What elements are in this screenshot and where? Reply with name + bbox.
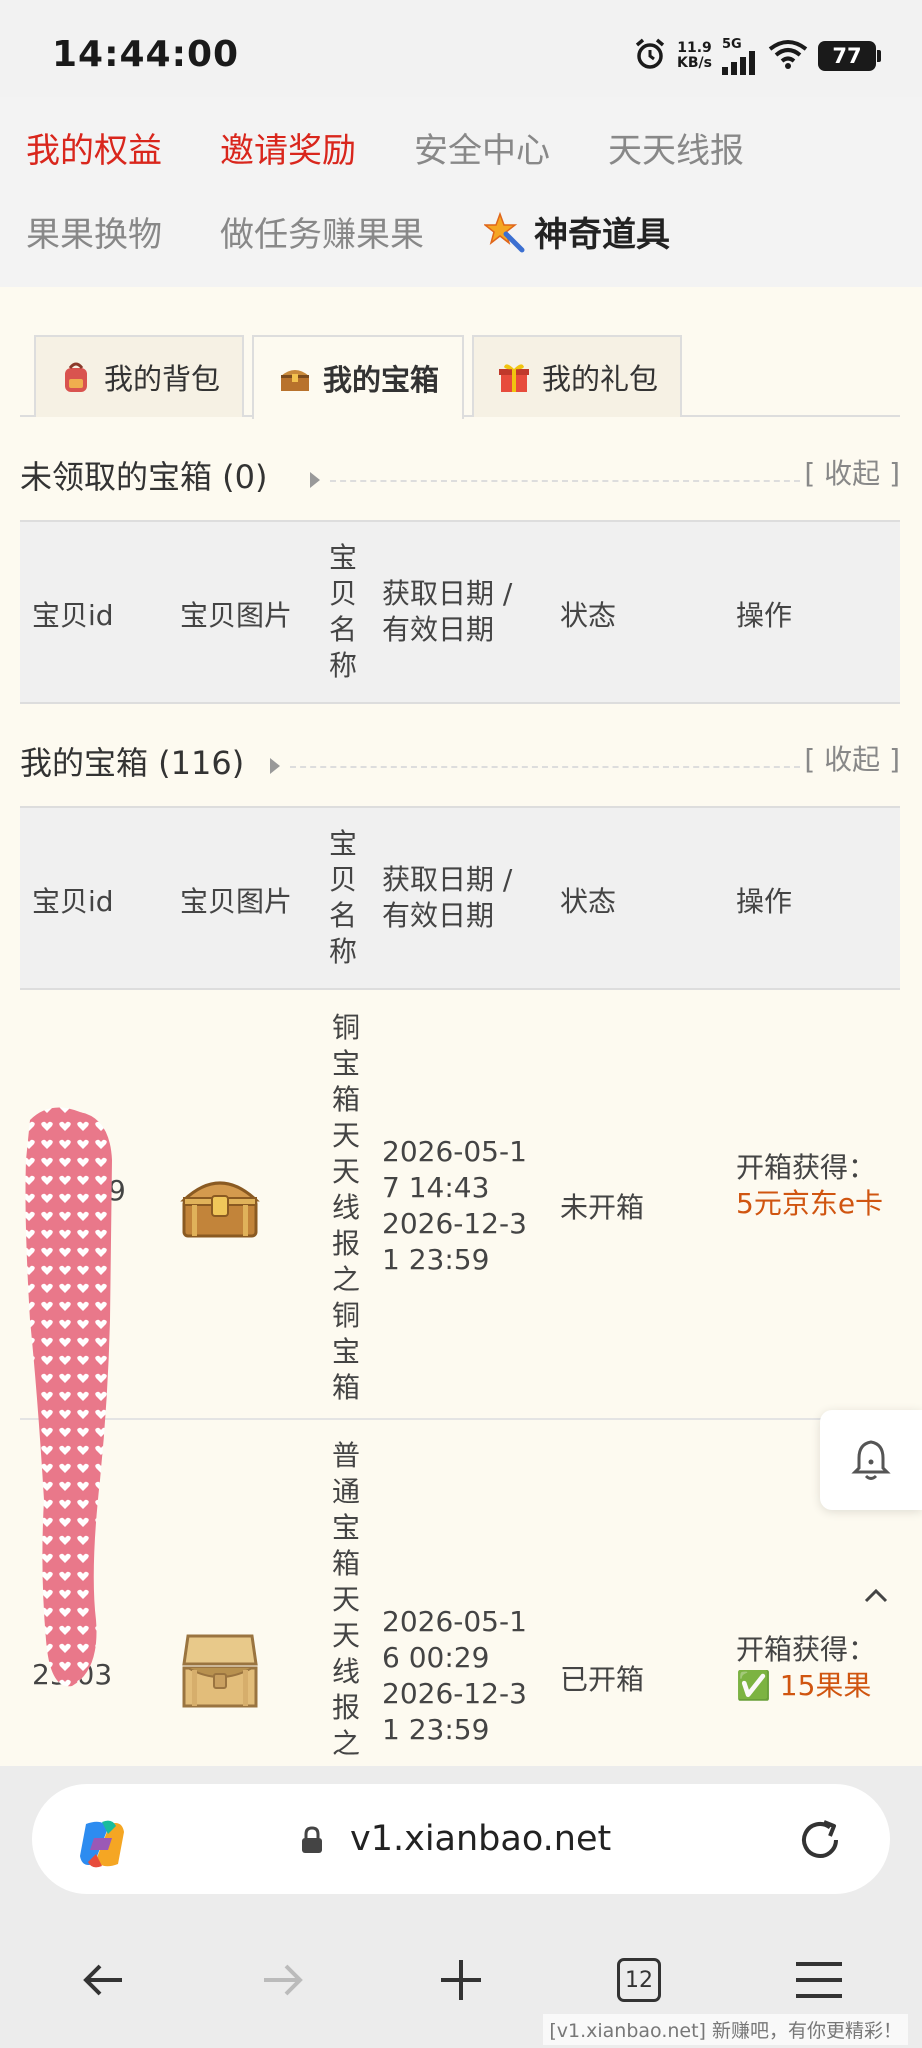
unclaimed-table-header: 宝贝id 宝贝图片 宝贝名称 获取日期 / 有效日期 状态 操作 <box>20 520 900 704</box>
status-time: 14:44:00 <box>52 34 240 75</box>
row-dates: 2026-05-17 14:43 2026-12-31 23:59 <box>382 1134 532 1278</box>
row-valid-date: 2026-12-31 23:59 <box>382 1677 527 1746</box>
nav-invite-rewards[interactable]: 邀请奖励 <box>220 123 356 172</box>
tab-gift-pack[interactable]: 我的礼包 <box>472 335 682 417</box>
tab-count: 12 <box>617 1958 661 2002</box>
arrow-left-icon <box>83 1964 122 1996</box>
alarm-icon <box>633 37 667 75</box>
chevron-up-icon <box>864 1588 888 1603</box>
menu-button[interactable] <box>784 1940 854 2020</box>
nav-earn-tasks[interactable]: 做任务赚果果 <box>220 207 424 256</box>
net-speed: 11.9 KB/s <box>677 41 712 71</box>
nav-security-center[interactable]: 安全中心 <box>414 123 550 172</box>
unclaimed-collapse-link[interactable]: [ 收起 ] <box>804 452 900 492</box>
row-reward: 开箱获得： 5元京东e卡 <box>736 1150 886 1222</box>
header-action: 操作 <box>736 599 793 632</box>
section-divider <box>290 766 800 768</box>
header-id: 宝贝id <box>32 599 114 632</box>
copilot-logo-icon[interactable] <box>72 1814 132 1878</box>
my-chests-collapse-link[interactable]: [ 收起 ] <box>804 738 900 778</box>
header-image: 宝贝图片 <box>180 599 293 632</box>
my-chests-table-header: 宝贝id 宝贝图片 宝贝名称 获取日期 / 有效日期 状态 操作 <box>20 806 900 990</box>
header-name: 宝贝名称 <box>328 541 357 682</box>
nav-fruit-exchange[interactable]: 果果换物 <box>26 207 162 256</box>
row-reward-line: ✅ 15果果 <box>736 1668 896 1704</box>
header-action: 操作 <box>736 885 793 918</box>
site-watermark: [v1.xianbao.net] 新赚吧，有你更精彩！ <box>543 2014 908 2045</box>
back-button[interactable] <box>68 1940 138 2020</box>
section-arrow-icon <box>270 758 280 774</box>
row-get-date: 2026-05-16 00:29 <box>382 1605 527 1674</box>
cellular-signal: 5G <box>722 38 758 75</box>
header-status: 状态 <box>560 599 617 632</box>
section-divider <box>330 480 800 482</box>
row-reward-value[interactable]: 15果果 <box>780 1669 872 1702</box>
tab-bar: 我的背包 我的宝箱 我的礼包 <box>20 335 900 419</box>
battery-indicator: 77 <box>818 41 881 71</box>
row-item-name: 铜宝箱天天线报之铜宝箱 <box>331 1011 360 1404</box>
tab-switcher-button[interactable]: 12 <box>604 1940 674 2020</box>
magic-wand-star-icon <box>482 211 526 258</box>
nav-daily-deals[interactable]: 天天线报 <box>608 123 744 172</box>
header-image: 宝贝图片 <box>180 885 293 918</box>
bell-icon <box>851 1440 891 1480</box>
hamburger-menu-icon <box>796 1962 842 1998</box>
check-mark-icon: ✅ <box>736 1669 771 1702</box>
row-status: 未开箱 <box>560 1191 645 1224</box>
new-tab-button[interactable] <box>426 1940 496 2020</box>
arrow-right-icon <box>264 1964 303 1996</box>
wifi-icon <box>768 39 808 73</box>
row-status: 已开箱 <box>560 1663 645 1696</box>
lock-icon <box>300 1826 324 1858</box>
scroll-to-top-button[interactable] <box>862 1582 890 1610</box>
row-reward-label: 开箱获得： <box>736 1633 877 1666</box>
unclaimed-section-title: 未领取的宝箱 (0) <box>20 458 268 496</box>
nav-magic-items[interactable]: 神奇道具 <box>534 207 670 256</box>
reload-icon[interactable] <box>796 1816 844 1868</box>
my-chests-section-title: 我的宝箱 (116) <box>20 744 245 782</box>
header-date: 获取日期 / 有效日期 <box>382 862 512 934</box>
status-bar: 14:44:00 11.9 KB/s 5G 77 <box>0 0 922 97</box>
row-valid-date: 2026-12-31 23:59 <box>382 1207 527 1276</box>
header-date-line1: 获取日期 / <box>382 863 513 896</box>
tab-backpack-label: 我的背包 <box>103 362 220 396</box>
backpack-icon <box>58 359 94 395</box>
table-row: 9 铜宝箱天天线报之铜宝箱 2026-05-17 14:43 2026-12-3… <box>20 990 900 1420</box>
row-reward-value[interactable]: 5元京东e卡 <box>736 1186 886 1222</box>
privacy-scribble <box>20 1100 120 1694</box>
header-status: 状态 <box>560 885 617 918</box>
url-text[interactable]: v1.xianbao.net <box>350 1819 611 1859</box>
treasure-chest-icon <box>277 360 313 396</box>
plus-icon <box>441 1960 481 2000</box>
row-get-date: 2026-05-17 14:43 <box>382 1135 527 1204</box>
net-speed-unit: KB/s <box>677 55 712 71</box>
header-name: 宝贝名称 <box>328 827 357 968</box>
status-icons: 11.9 KB/s 5G 77 <box>633 36 881 76</box>
row-dates: 2026-05-16 00:29 2026-12-31 23:59 <box>382 1604 532 1748</box>
header-date: 获取日期 / 有效日期 <box>382 576 512 648</box>
header-date-line1: 获取日期 / <box>382 577 513 610</box>
network-type: 5G <box>722 36 742 52</box>
gift-icon <box>496 359 532 395</box>
tab-gift-pack-label: 我的礼包 <box>541 362 658 396</box>
row-item-name: 普通宝箱天天线报之 <box>331 1439 360 1760</box>
opened-chest-image <box>178 1630 262 1718</box>
signal-bars-icon <box>722 50 755 75</box>
section-arrow-icon <box>310 472 320 488</box>
top-nav: 我的权益 邀请奖励 安全中心 天天线报 果果换物 做任务赚果果 神奇道具 <box>0 97 922 287</box>
table-row: 23 03 普通宝箱天天线报之 2026-05-16 00:29 2026-12… <box>20 1422 900 1766</box>
tab-treasure-chest-label: 我的宝箱 <box>322 363 439 397</box>
header-date-line2: 有效日期 <box>382 899 495 932</box>
copper-chest-image <box>178 1166 262 1246</box>
forward-button[interactable] <box>248 1940 318 2020</box>
row-reward-label: 开箱获得： <box>736 1151 877 1184</box>
header-date-line2: 有效日期 <box>382 613 495 646</box>
tab-treasure-chest[interactable]: 我的宝箱 <box>252 335 464 419</box>
row-reward: 开箱获得： ✅ 15果果 <box>736 1632 896 1704</box>
net-speed-value: 11.9 <box>677 40 712 56</box>
nav-my-rights[interactable]: 我的权益 <box>26 123 162 172</box>
tab-backpack[interactable]: 我的背包 <box>34 335 244 417</box>
notification-bell-button[interactable] <box>820 1410 922 1510</box>
header-id: 宝贝id <box>32 885 114 918</box>
